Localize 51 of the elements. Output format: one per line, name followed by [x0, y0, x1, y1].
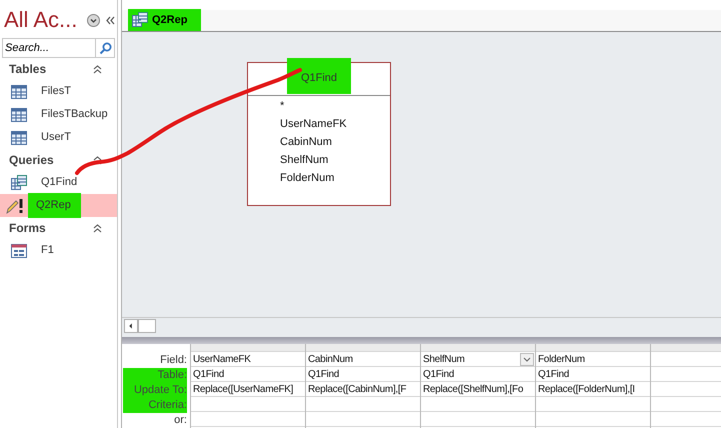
- dropdown-icon[interactable]: [87, 14, 100, 26]
- grid-cell[interactable]: Replace([FolderNum],[I: [538, 382, 635, 396]
- grid-cell[interactable]: Replace([UserNameFK]: [193, 382, 294, 396]
- table-icon: [11, 130, 27, 144]
- search-field[interactable]: Search...: [2, 38, 96, 58]
- grid-cell[interactable]: Replace([CabinNum],[F: [308, 382, 406, 396]
- field-combo[interactable]: ShelfNum: [421, 352, 535, 367]
- collapse-icon[interactable]: [93, 224, 102, 232]
- field-list-item[interactable]: *: [280, 96, 390, 115]
- grid-cell[interactable]: Replace([ShelfNum],[Fo: [423, 382, 524, 396]
- grid-cell[interactable]: Q1Find: [538, 366, 569, 382]
- grid-cell[interactable]: Q1Find: [423, 366, 454, 382]
- field-combo[interactable]: FolderNum: [536, 352, 650, 367]
- nav-item[interactable]: FilesT: [0, 80, 117, 103]
- collapse-pane-icon[interactable]: [106, 16, 115, 24]
- group-header[interactable]: Tables: [9, 60, 46, 78]
- row-label: Table:: [123, 368, 187, 383]
- table-icon: [11, 84, 27, 98]
- grid-cell[interactable]: Q1Find: [193, 366, 224, 382]
- row-label: Update To:: [123, 383, 187, 398]
- horizontal-scrollbar[interactable]: [122, 317, 721, 334]
- field-list-item[interactable]: CabinNum: [280, 132, 390, 151]
- collapse-icon[interactable]: [93, 64, 102, 74]
- scroll-thumb[interactable]: [138, 318, 156, 333]
- search-button[interactable]: [96, 38, 115, 58]
- collapse-icon[interactable]: [93, 156, 102, 164]
- nav-item[interactable]: Q2Rep: [0, 194, 117, 217]
- group-header[interactable]: Forms: [9, 219, 46, 237]
- nav-item[interactable]: Q1Find: [0, 171, 117, 194]
- row-label: Criteria:: [123, 398, 187, 413]
- field-combo[interactable]: UserNameFK: [191, 352, 305, 367]
- query-icon: [11, 175, 27, 190]
- table-title: Q1Find: [286, 58, 352, 94]
- search-icon[interactable]: [98, 42, 112, 54]
- scroll-left-icon[interactable]: [124, 318, 138, 333]
- field-list-item[interactable]: FolderNum: [280, 168, 390, 187]
- field-list-item[interactable]: ShelfNum: [280, 150, 390, 169]
- field-combo[interactable]: CabinNum: [306, 352, 420, 367]
- document-tab[interactable]: Q2Rep: [128, 8, 202, 31]
- pane-title: All Ac...: [4, 9, 78, 31]
- nav-item[interactable]: F1: [0, 239, 117, 262]
- grid-cell[interactable]: Q1Find: [308, 366, 339, 382]
- nav-item[interactable]: FilesTBackup: [0, 103, 117, 126]
- nav-item[interactable]: UserT: [0, 126, 117, 149]
- field-list-item[interactable]: UserNameFK: [280, 114, 390, 133]
- query-icon: [132, 12, 148, 28]
- group-header[interactable]: Queries: [9, 151, 54, 169]
- row-label: or:: [174, 413, 187, 428]
- form-icon: [11, 244, 27, 258]
- table-icon: [11, 108, 27, 122]
- row-label: Field:: [160, 353, 187, 368]
